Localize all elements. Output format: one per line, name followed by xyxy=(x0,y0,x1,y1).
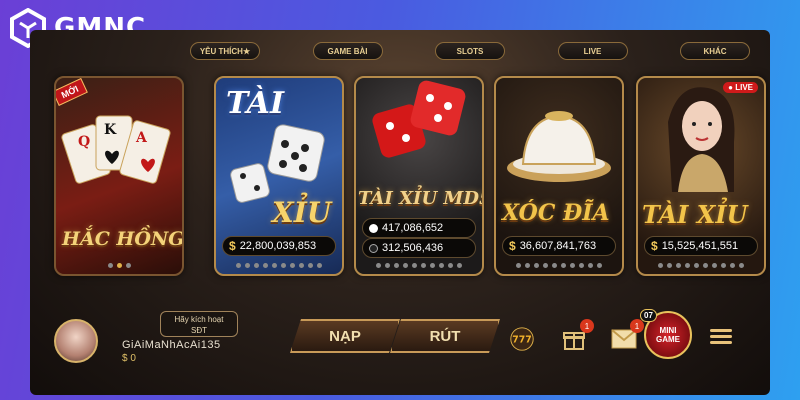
game-card-xoc-dia[interactable]: XÓC ĐĨA $ 36,607,841,763 xyxy=(494,76,624,276)
activate-line2: SĐT xyxy=(191,326,207,335)
game-card-tai-xiu-live[interactable]: ● LIVE TÀI XỈU $ 15,525,451,551 xyxy=(636,76,766,276)
carousel-dots xyxy=(638,263,764,268)
minigame-line2: GAME xyxy=(656,335,680,344)
bottom-bar: Hãy kích hoạt SĐT GiAiMaNhAcAi135 $ 0 NẠ… xyxy=(30,305,770,395)
lucky-777-button[interactable]: 777 xyxy=(508,325,536,353)
xoc-dia-bowl-icon xyxy=(507,111,611,182)
game-card-tai-xiu-md5[interactable]: TÀI XỈU MD5 417,086,652 312,506,436 xyxy=(354,76,484,276)
slot-777-label: 777 xyxy=(512,335,531,346)
carousel-dots xyxy=(216,263,342,268)
jackpot-value: 22,800,039,853 xyxy=(239,240,317,252)
tab-card-games[interactable]: GAME BÀI xyxy=(312,42,383,60)
game-lobby-window: YÊU THÍCH★ GAME BÀI SLOTS LIVE KHÁC MỚI … xyxy=(30,30,770,395)
svg-text:K: K xyxy=(104,122,117,138)
slot-777-icon: 777 xyxy=(510,327,534,351)
activate-phone-button[interactable]: Hãy kích hoạt SĐT xyxy=(160,311,238,337)
dice-icon xyxy=(230,124,325,203)
jackpot-counter: $ 15,525,451,551 xyxy=(644,236,758,256)
white-chip-icon xyxy=(369,223,378,233)
game-card-hac-hong[interactable]: MỚI Q K A HẮC HỒNG xyxy=(54,76,184,276)
game-title: TÀI XỈU xyxy=(642,200,748,229)
deposit-button[interactable]: NẠP xyxy=(290,319,400,353)
jackpot-value: 36,607,841,763 xyxy=(519,240,597,252)
minigame-button[interactable]: 07 MINI GAME xyxy=(640,309,692,359)
user-balance: $ 0 xyxy=(122,353,136,364)
svg-text:Q: Q xyxy=(78,134,90,150)
carousel-dots xyxy=(356,263,482,268)
black-chip-icon xyxy=(369,243,378,253)
category-tabs: YÊU THÍCH★ GAME BÀI SLOTS LIVE KHÁC xyxy=(190,42,750,62)
live-dealer-avatar xyxy=(668,87,735,192)
dollar-icon: $ xyxy=(651,239,658,253)
svg-text:A: A xyxy=(135,130,148,146)
user-avatar[interactable] xyxy=(54,319,98,363)
jackpot-value: 15,525,451,551 xyxy=(661,240,739,252)
tab-other[interactable]: KHÁC xyxy=(680,42,750,60)
activate-line1: Hãy kích hoạt xyxy=(174,315,224,324)
balance-value: 0 xyxy=(130,353,136,364)
dollar-icon: $ xyxy=(229,239,236,253)
jackpot-counter: $ 36,607,841,763 xyxy=(502,236,616,256)
tab-live[interactable]: LIVE xyxy=(557,42,628,60)
playing-cards-icon: Q K A xyxy=(61,115,171,184)
game-title-bottom: XỈU xyxy=(272,196,332,229)
game-title-top: TÀI xyxy=(226,86,284,121)
red-dice-icon xyxy=(372,80,466,158)
game-title: HẮC HỒNG xyxy=(62,228,184,250)
username: GiAiMaNhAcAi135 xyxy=(122,339,221,351)
tab-favorites[interactable]: YÊU THÍCH★ xyxy=(190,42,260,60)
minigame-line1: MINI xyxy=(659,326,677,335)
jackpot-black: 312,506,436 xyxy=(362,238,476,258)
jackpot-white: 417,086,652 xyxy=(362,218,476,238)
game-title: XÓC ĐĨA xyxy=(502,200,610,226)
game-card-tai-xiu[interactable]: TÀI XỈU $ 22,800,039,853 xyxy=(214,76,344,276)
game-cards: MỚI Q K A HẮC HỒNG TÀI XỈU $ 22,800,039,… xyxy=(54,76,766,308)
hamburger-menu-icon[interactable] xyxy=(710,329,732,347)
game-title: TÀI XỈU MD5 xyxy=(358,188,484,209)
gift-count-badge: 1 xyxy=(580,319,594,333)
mail-count-badge: 1 xyxy=(630,319,644,333)
jackpot-white-value: 417,086,652 xyxy=(382,222,444,234)
carousel-dots xyxy=(56,263,182,268)
jackpot-counter: $ 22,800,039,853 xyxy=(222,236,336,256)
mail-button[interactable]: 1 xyxy=(610,319,644,353)
tab-slots[interactable]: SLOTS xyxy=(435,42,505,60)
minigame-count: 07 xyxy=(640,309,657,322)
withdraw-button[interactable]: RÚT xyxy=(390,319,500,353)
carousel-dots xyxy=(496,263,622,268)
jackpot-black-value: 312,506,436 xyxy=(382,242,444,254)
gift-button[interactable]: 1 xyxy=(560,319,594,353)
dollar-icon: $ xyxy=(509,239,516,253)
